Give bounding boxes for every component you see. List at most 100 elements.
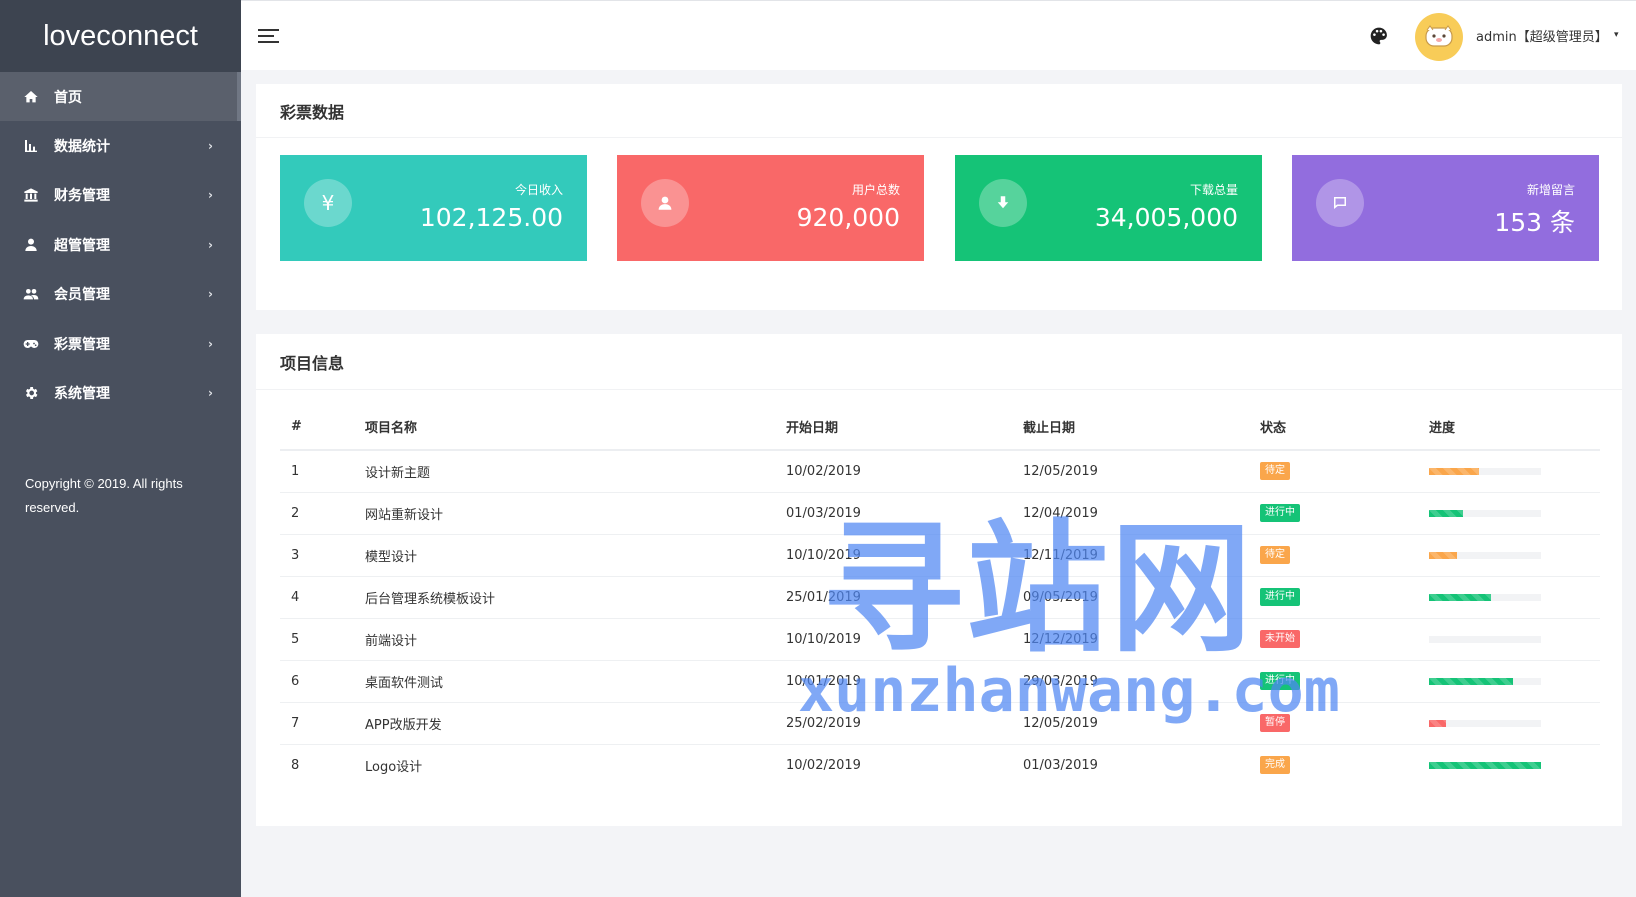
stat-value: 34,005,000 xyxy=(1094,203,1238,232)
cell-status: 进行中 xyxy=(1249,660,1418,703)
cell-name: 网站重新设计 xyxy=(354,492,775,535)
sidebar-item-menu-6[interactable]: 系统管理 › xyxy=(0,368,241,417)
col-header: 状态 xyxy=(1249,404,1418,451)
users-icon xyxy=(22,285,40,303)
sidebar-item-menu-5[interactable]: 彩票管理 › xyxy=(0,319,241,368)
progress-fill xyxy=(1429,719,1446,727)
cell-status: 暂停 xyxy=(1249,702,1418,745)
home-icon xyxy=(22,88,40,106)
status-badge: 待定 xyxy=(1260,546,1290,564)
table-header-row: # 项目名称 开始日期 截止日期 状态 进度 xyxy=(280,404,1600,451)
status-badge: 进行中 xyxy=(1260,672,1300,690)
cell-start: 25/01/2019 xyxy=(775,576,1012,619)
progress-bar xyxy=(1429,677,1541,685)
cell-status: 进行中 xyxy=(1249,492,1418,535)
cell-end: 01/03/2019 xyxy=(1023,757,1098,773)
sidebar-item-home[interactable]: 首页 xyxy=(0,72,241,122)
progress-bar xyxy=(1429,593,1541,601)
cell-id: 5 xyxy=(280,618,354,661)
table-row: 5 前端设计 10/10/2019 12/12/2019 未开始 xyxy=(280,618,1600,661)
palette-icon[interactable] xyxy=(1369,26,1389,46)
stat-value: 153 条 xyxy=(1494,208,1575,237)
sidebar-item-menu-3[interactable]: 超管管理 › xyxy=(0,220,241,269)
table-row: 1 设计新主题 10/02/2019 12/05/2019 待定 xyxy=(280,450,1600,493)
cell-name: 模型设计 xyxy=(354,534,775,577)
sidebar-item-label: 超管管理 xyxy=(54,237,110,254)
col-header: 进度 xyxy=(1418,404,1600,451)
sidebar-item-label: 财务管理 xyxy=(54,188,110,205)
yen-icon: ¥ xyxy=(304,179,352,227)
cell-start: 10/10/2019 xyxy=(775,534,1012,577)
progress-fill xyxy=(1429,761,1541,769)
app-logo[interactable]: loveconnect xyxy=(0,0,241,72)
cell-progress xyxy=(1418,618,1600,661)
cell-end: 12/04/2019 xyxy=(1012,492,1249,535)
cell-id: 1 xyxy=(280,450,354,493)
cell-end: 12/05/2019 xyxy=(1012,702,1249,745)
cell-progress xyxy=(1418,450,1600,493)
sidebar-item-label: 会员管理 xyxy=(54,287,110,304)
cell-id: 8 xyxy=(291,757,300,773)
cell-start: 01/03/2019 xyxy=(775,492,1012,535)
progress-fill xyxy=(1429,593,1491,601)
sidebar-item-menu-1[interactable]: 数据统计 › xyxy=(0,121,241,170)
cell-progress xyxy=(1418,534,1600,577)
user-icon xyxy=(22,236,40,254)
projects-panel: 项目信息 # 项目名称 开始日期 截止日期 状态 进度 1 设计新主题 10/02/… xyxy=(256,334,1622,826)
cell-progress xyxy=(1418,660,1600,703)
stat-value: 102,125.00 xyxy=(419,203,563,232)
menu-toggle-icon[interactable] xyxy=(258,28,280,44)
progress-fill xyxy=(1429,551,1457,559)
sidebar-nav: 首页 数据统计 › 财务管理 › 超管管理 › 会员管理 › 彩票管理 › 系统管理 › xyxy=(0,72,241,418)
cell-progress xyxy=(1418,702,1600,745)
cell-name: 前端设计 xyxy=(354,618,775,661)
sidebar-item-menu-4[interactable]: 会员管理 › xyxy=(0,270,241,319)
status-badge: 待定 xyxy=(1260,462,1290,481)
sidebar-item-label: 首页 xyxy=(54,89,82,106)
stat-card-downloads: 下载总量 34,005,000 xyxy=(955,155,1262,261)
chevron-right-icon: › xyxy=(208,139,213,154)
col-header: 截止日期 xyxy=(1012,404,1249,451)
progress-fill xyxy=(1429,509,1463,517)
stats-panel: 彩票数据 ¥ 今日收入 102,125.00 用户总数 920,000 下载总量… xyxy=(256,84,1622,310)
table-row: 6 桌面软件测试 10/01/2019 29/03/2019 进行中 xyxy=(280,660,1600,703)
sidebar-item-menu-2[interactable]: 财务管理 › xyxy=(0,171,241,220)
sidebar-item-label: 系统管理 xyxy=(54,386,110,403)
stat-card-income: ¥ 今日收入 102,125.00 xyxy=(280,155,587,261)
cell-end: 12/12/2019 xyxy=(1012,618,1249,661)
progress-bar xyxy=(1429,509,1541,517)
top-header: admin【超级管理员】 ▾ xyxy=(241,0,1636,70)
cell-id: 3 xyxy=(280,534,354,577)
cell-name: 设计新主题 xyxy=(354,450,775,493)
chevron-down-icon[interactable]: ▾ xyxy=(1614,30,1619,40)
progress-bar xyxy=(1429,551,1541,559)
cell-start: 25/02/2019 xyxy=(775,702,1012,745)
stat-label: 今日收入 xyxy=(514,183,563,197)
stat-value: 920,000 xyxy=(796,203,900,232)
bar-chart-icon xyxy=(22,137,40,155)
chevron-right-icon: › xyxy=(208,188,213,203)
user-avatar[interactable] xyxy=(1415,13,1463,61)
stat-card-users: 用户总数 920,000 xyxy=(617,155,924,261)
cell-end: 12/11/2019 xyxy=(1012,534,1249,577)
cell-id: 2 xyxy=(280,492,354,535)
projects-table: # 项目名称 开始日期 截止日期 状态 进度 1 设计新主题 10/02/2019 1… xyxy=(280,404,1600,786)
gamepad-icon xyxy=(22,335,40,353)
cell-start: 10/02/2019 xyxy=(786,757,861,773)
cell-id: 4 xyxy=(280,576,354,619)
cell-status: 完成 xyxy=(1249,744,1418,786)
progress-fill xyxy=(1429,677,1513,685)
chevron-right-icon: › xyxy=(208,386,213,401)
cartoon-avatar-icon xyxy=(1425,25,1453,47)
message-icon xyxy=(1316,179,1364,227)
table-row: 8 Logo设计 10/02/2019 01/03/2019 完成 xyxy=(280,744,1600,786)
download-icon xyxy=(979,179,1027,227)
chevron-right-icon: › xyxy=(208,237,213,252)
stats-title: 彩票数据 xyxy=(256,84,1622,138)
progress-fill xyxy=(1429,467,1480,475)
col-header: 开始日期 xyxy=(775,404,1012,451)
chevron-right-icon: › xyxy=(208,336,213,351)
user-icon xyxy=(641,179,689,227)
cell-start: 10/02/2019 xyxy=(775,450,1012,493)
user-name[interactable]: admin【超级管理员】 xyxy=(1476,26,1608,45)
